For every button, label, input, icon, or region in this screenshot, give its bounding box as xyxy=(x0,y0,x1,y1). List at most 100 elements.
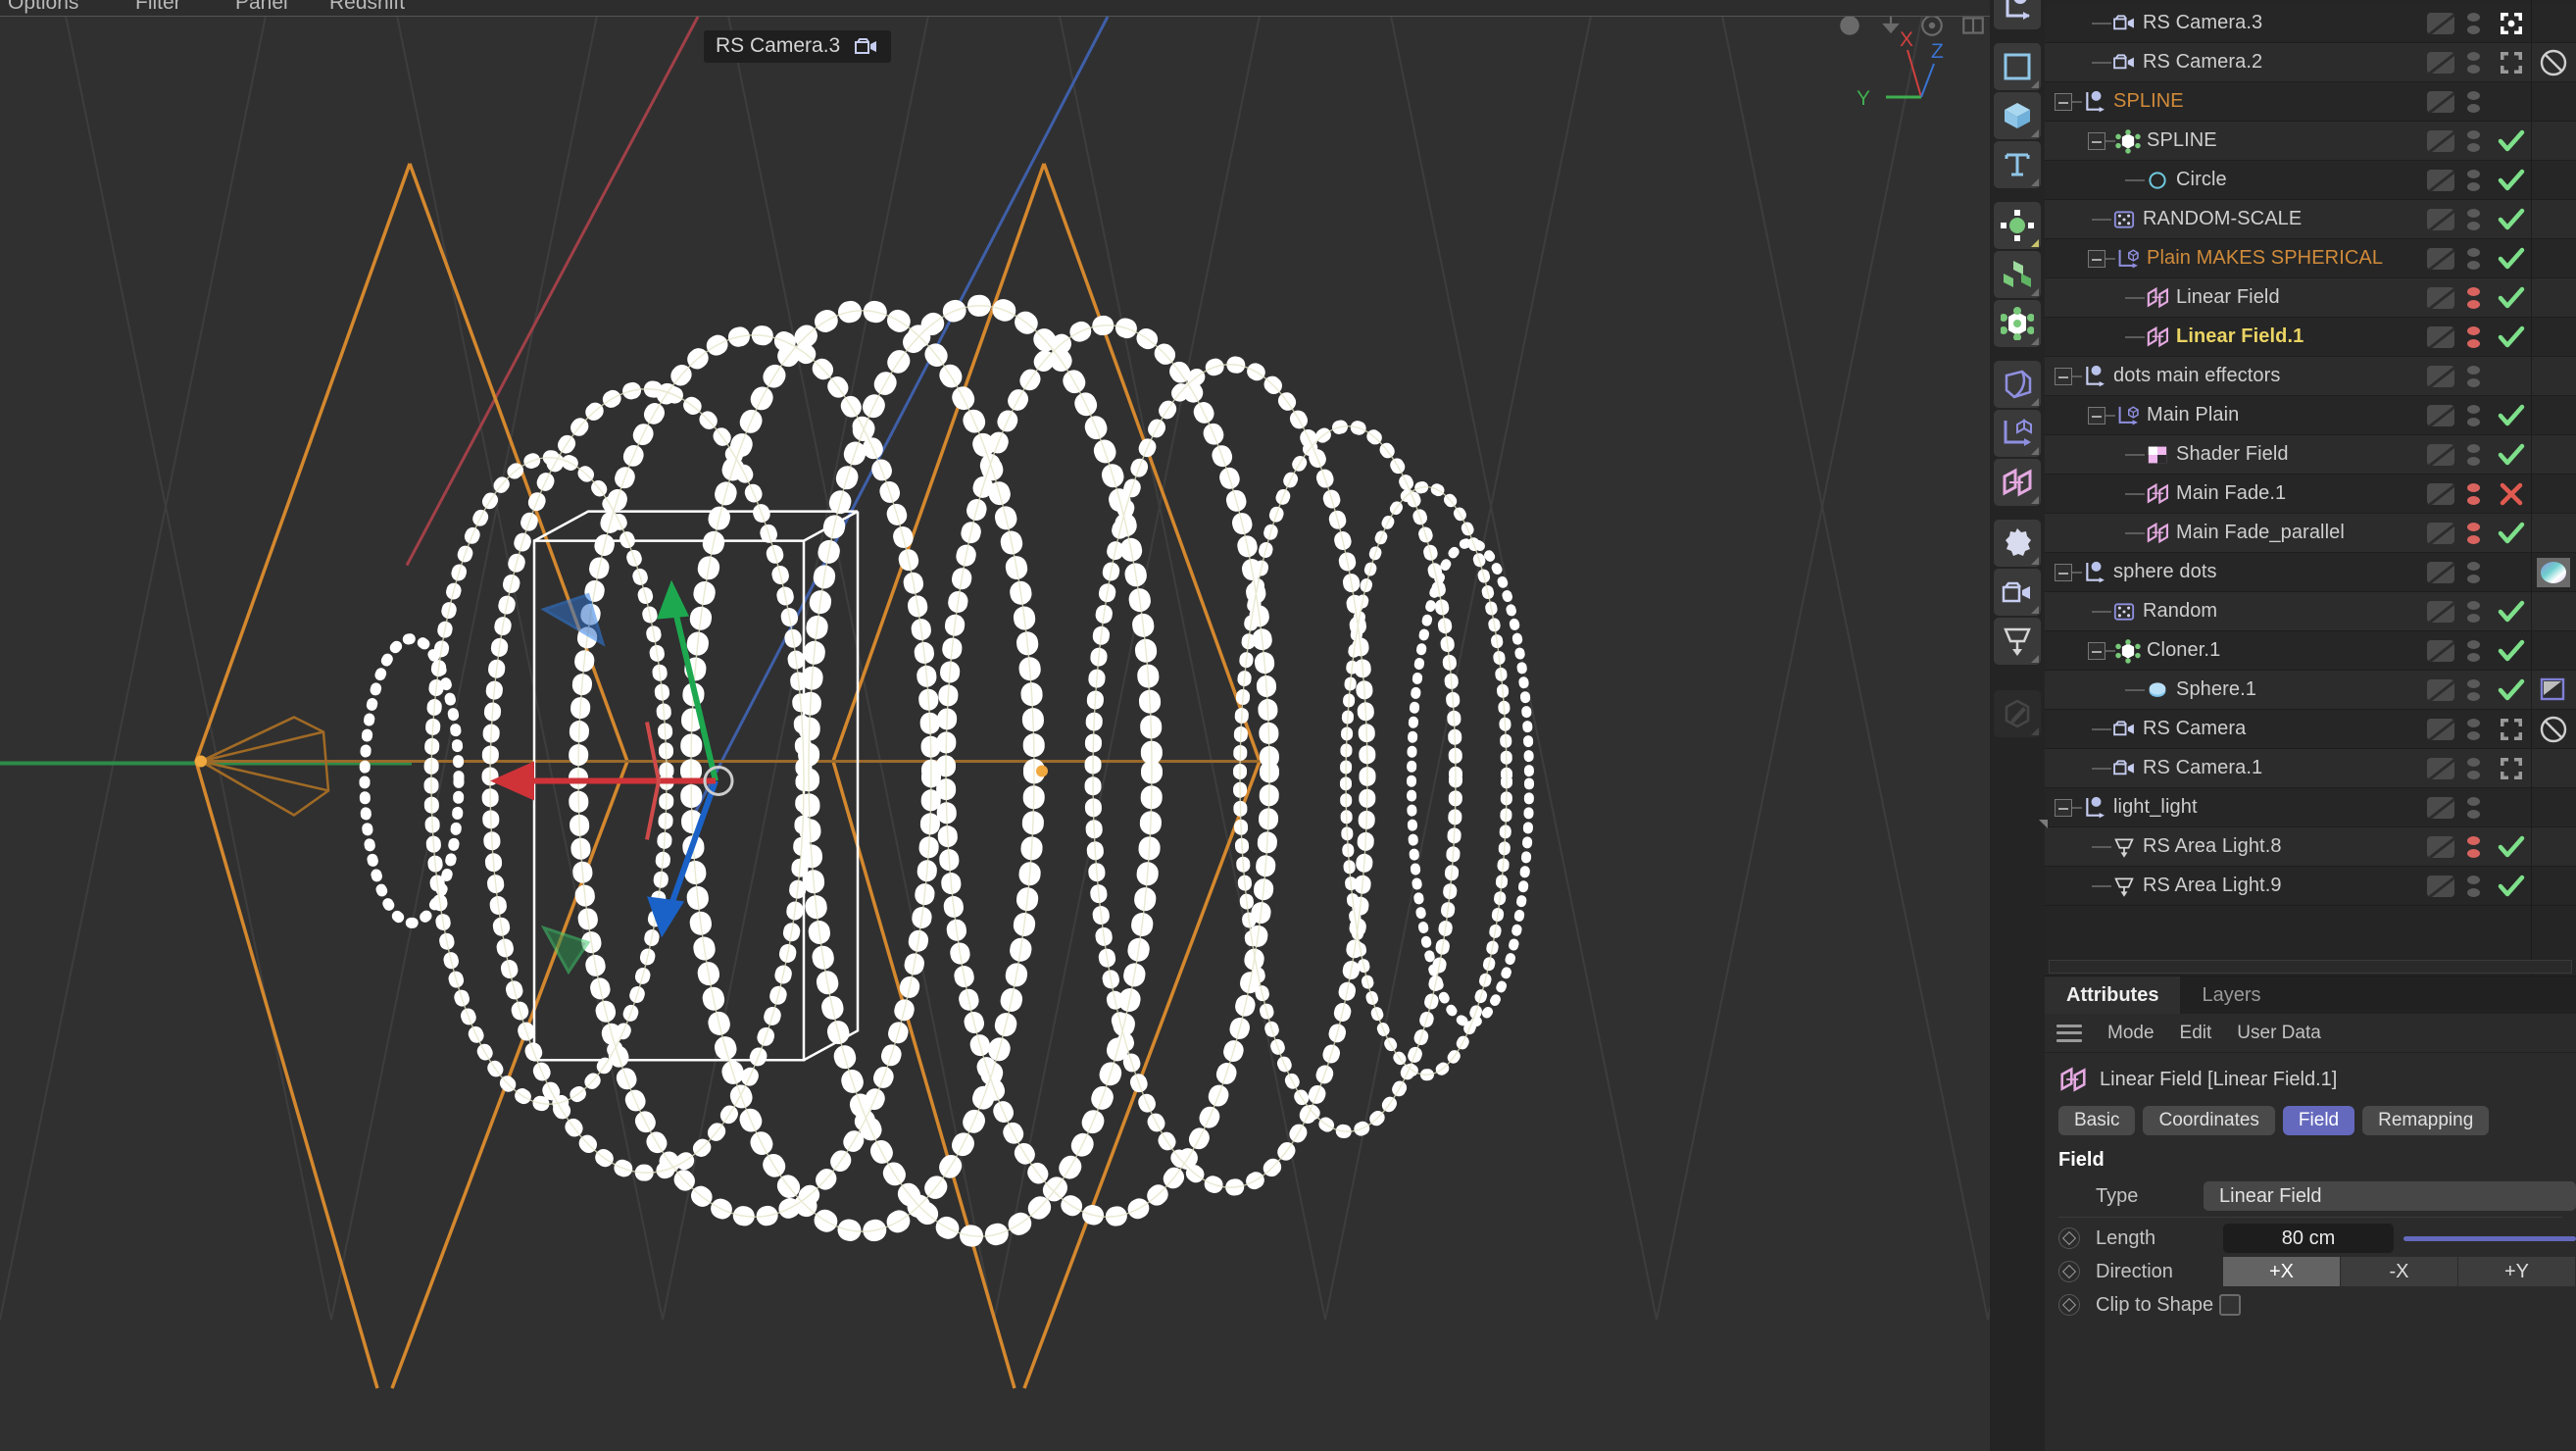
editor-visibility-dot[interactable] xyxy=(2466,52,2480,61)
expander-toggle[interactable] xyxy=(2055,92,2072,111)
render-visibility-dot[interactable] xyxy=(2466,222,2480,230)
render-visibility-dot[interactable] xyxy=(2466,25,2480,34)
editor-visibility-dot[interactable] xyxy=(2466,876,2480,884)
enabled-check-icon[interactable] xyxy=(2497,285,2526,311)
object-enable-state[interactable] xyxy=(2492,246,2531,272)
object-row[interactable]: Random xyxy=(2045,592,2576,631)
tool-environment[interactable] xyxy=(1994,520,2041,567)
editor-visibility-dot[interactable] xyxy=(2466,562,2480,571)
enabled-check-icon[interactable] xyxy=(2497,403,2526,428)
object-row[interactable]: dots main effectors xyxy=(2045,357,2576,396)
render-visibility-dot[interactable] xyxy=(2466,849,2480,858)
render-visibility-dot[interactable] xyxy=(2466,300,2480,309)
prop-row-clip-to-shape[interactable]: Clip to Shape xyxy=(2045,1288,2576,1322)
object-row[interactable]: RS Camera xyxy=(2045,710,2576,749)
expander-toggle[interactable] xyxy=(2055,563,2072,581)
object-tag-slot[interactable] xyxy=(2427,523,2454,544)
visibility-dots[interactable] xyxy=(2464,170,2482,191)
menu-item-filter[interactable]: Filter xyxy=(135,0,181,15)
render-visibility-dot[interactable] xyxy=(2466,65,2480,74)
tab-attributes[interactable]: Attributes xyxy=(2045,976,2181,1014)
render-visibility-dot[interactable] xyxy=(2466,653,2480,662)
object-tag-slot[interactable] xyxy=(2427,130,2454,152)
camera-frame-icon[interactable] xyxy=(2499,756,2524,781)
menu-item-redshift[interactable]: Redshift xyxy=(329,0,405,15)
prop-segmented-direction[interactable]: +X -X +Y xyxy=(2223,1257,2576,1286)
visibility-dots[interactable] xyxy=(2464,483,2482,505)
object-row[interactable]: SPLINE xyxy=(2045,82,2576,122)
render-visibility-dot[interactable] xyxy=(2466,378,2480,387)
visibility-dots[interactable] xyxy=(2464,52,2482,74)
visibility-dots[interactable] xyxy=(2464,91,2482,113)
object-tag-slot[interactable] xyxy=(2427,601,2454,623)
editor-visibility-dot[interactable] xyxy=(2466,679,2480,688)
tool-linear-field[interactable] xyxy=(1994,459,2041,506)
editor-visibility-dot[interactable] xyxy=(2466,405,2480,414)
visibility-dots[interactable] xyxy=(2464,797,2482,819)
tool-mograph-array[interactable] xyxy=(1994,202,2041,249)
enabled-check-icon[interactable] xyxy=(2497,677,2526,703)
panel-splitter-handle[interactable] xyxy=(2039,820,2048,828)
editor-visibility-dot[interactable] xyxy=(2466,209,2480,218)
object-tag-slot[interactable] xyxy=(2427,758,2454,779)
keyframe-icon-direction[interactable] xyxy=(2058,1261,2080,1282)
prop-row-type[interactable]: Type Linear Field xyxy=(2045,1179,2576,1213)
object-row[interactable]: Main Plain xyxy=(2045,396,2576,435)
object-tag-slot[interactable] xyxy=(2427,405,2454,426)
object-manager[interactable]: RS Camera.3 RS Camera.2 SPLINE SPLINE Cir… xyxy=(2045,0,2576,976)
object-enable-state[interactable] xyxy=(2492,521,2531,546)
viewport-3d[interactable]: RS Camera.3 X Y Z xyxy=(0,16,1990,1451)
prop-value-length[interactable]: 80 cm xyxy=(2223,1224,2394,1253)
editor-visibility-dot[interactable] xyxy=(2466,444,2480,453)
object-row[interactable]: Linear Field xyxy=(2045,278,2576,318)
object-tag-slot[interactable] xyxy=(2427,719,2454,740)
object-row[interactable]: sphere dots xyxy=(2045,553,2576,592)
object-tag-slot[interactable] xyxy=(2427,483,2454,505)
object-enable-state[interactable] xyxy=(2492,638,2531,664)
visibility-dots[interactable] xyxy=(2464,444,2482,466)
object-tag-slot[interactable] xyxy=(2427,640,2454,662)
editor-visibility-dot[interactable] xyxy=(2466,366,2480,375)
object-enable-state[interactable] xyxy=(2492,128,2531,154)
editor-visibility-dot[interactable] xyxy=(2466,601,2480,610)
expander-toggle[interactable] xyxy=(2088,406,2105,425)
visibility-dots[interactable] xyxy=(2464,405,2482,426)
attribute-manager[interactable]: Attributes Layers Mode Edit User Data Li… xyxy=(2039,820,2576,1451)
direction-option-plus-x[interactable]: +X xyxy=(2223,1257,2341,1286)
enabled-check-icon[interactable] xyxy=(2497,638,2526,664)
visibility-dots[interactable] xyxy=(2464,876,2482,897)
enabled-check-icon[interactable] xyxy=(2497,246,2526,272)
tool-cube-primitive[interactable] xyxy=(1994,92,2041,139)
object-row[interactable]: RS Area Light.8 xyxy=(2045,827,2576,867)
editor-visibility-dot[interactable] xyxy=(2466,91,2480,100)
enabled-check-icon[interactable] xyxy=(2497,521,2526,546)
prop-row-length[interactable]: Length 80 cm xyxy=(2045,1222,2576,1255)
direction-option-minus-x[interactable]: -X xyxy=(2341,1257,2458,1286)
expander-toggle[interactable] xyxy=(2088,641,2105,660)
visibility-dots[interactable] xyxy=(2464,13,2482,34)
pill-coordinates[interactable]: Coordinates xyxy=(2143,1106,2275,1135)
attribute-tabs[interactable]: Attributes Layers xyxy=(2045,976,2576,1014)
object-tag-slot[interactable] xyxy=(2427,13,2454,34)
object-manager-hscrollbar[interactable] xyxy=(2049,960,2572,974)
object-row[interactable]: RANDOM-SCALE xyxy=(2045,200,2576,239)
editor-visibility-dot[interactable] xyxy=(2466,640,2480,649)
render-visibility-dot[interactable] xyxy=(2466,182,2480,191)
enabled-check-icon[interactable] xyxy=(2497,168,2526,193)
editor-visibility-dot[interactable] xyxy=(2466,326,2480,335)
expander-toggle[interactable] xyxy=(2088,131,2105,150)
object-row[interactable]: Plain MAKES SPHERICAL xyxy=(2045,239,2576,278)
object-row[interactable]: Linear Field.1 xyxy=(2045,318,2576,357)
tab-layers[interactable]: Layers xyxy=(2180,976,2282,1014)
object-row[interactable]: RS Camera.1 xyxy=(2045,749,2576,788)
object-row[interactable]: Cloner.1 xyxy=(2045,631,2576,671)
pill-basic[interactable]: Basic xyxy=(2058,1106,2136,1135)
attribute-tab-pills[interactable]: Basic Coordinates Field Remapping xyxy=(2045,1102,2576,1135)
tool-material-edit[interactable] xyxy=(1994,690,2041,737)
tool-mograph-cloner[interactable] xyxy=(1994,300,2041,347)
render-visibility-dot[interactable] xyxy=(2466,457,2480,466)
object-row[interactable]: Sphere.1 xyxy=(2045,671,2576,710)
object-row[interactable]: Circle xyxy=(2045,161,2576,200)
object-tag-slot[interactable] xyxy=(2427,366,2454,387)
editor-visibility-dot[interactable] xyxy=(2466,287,2480,296)
